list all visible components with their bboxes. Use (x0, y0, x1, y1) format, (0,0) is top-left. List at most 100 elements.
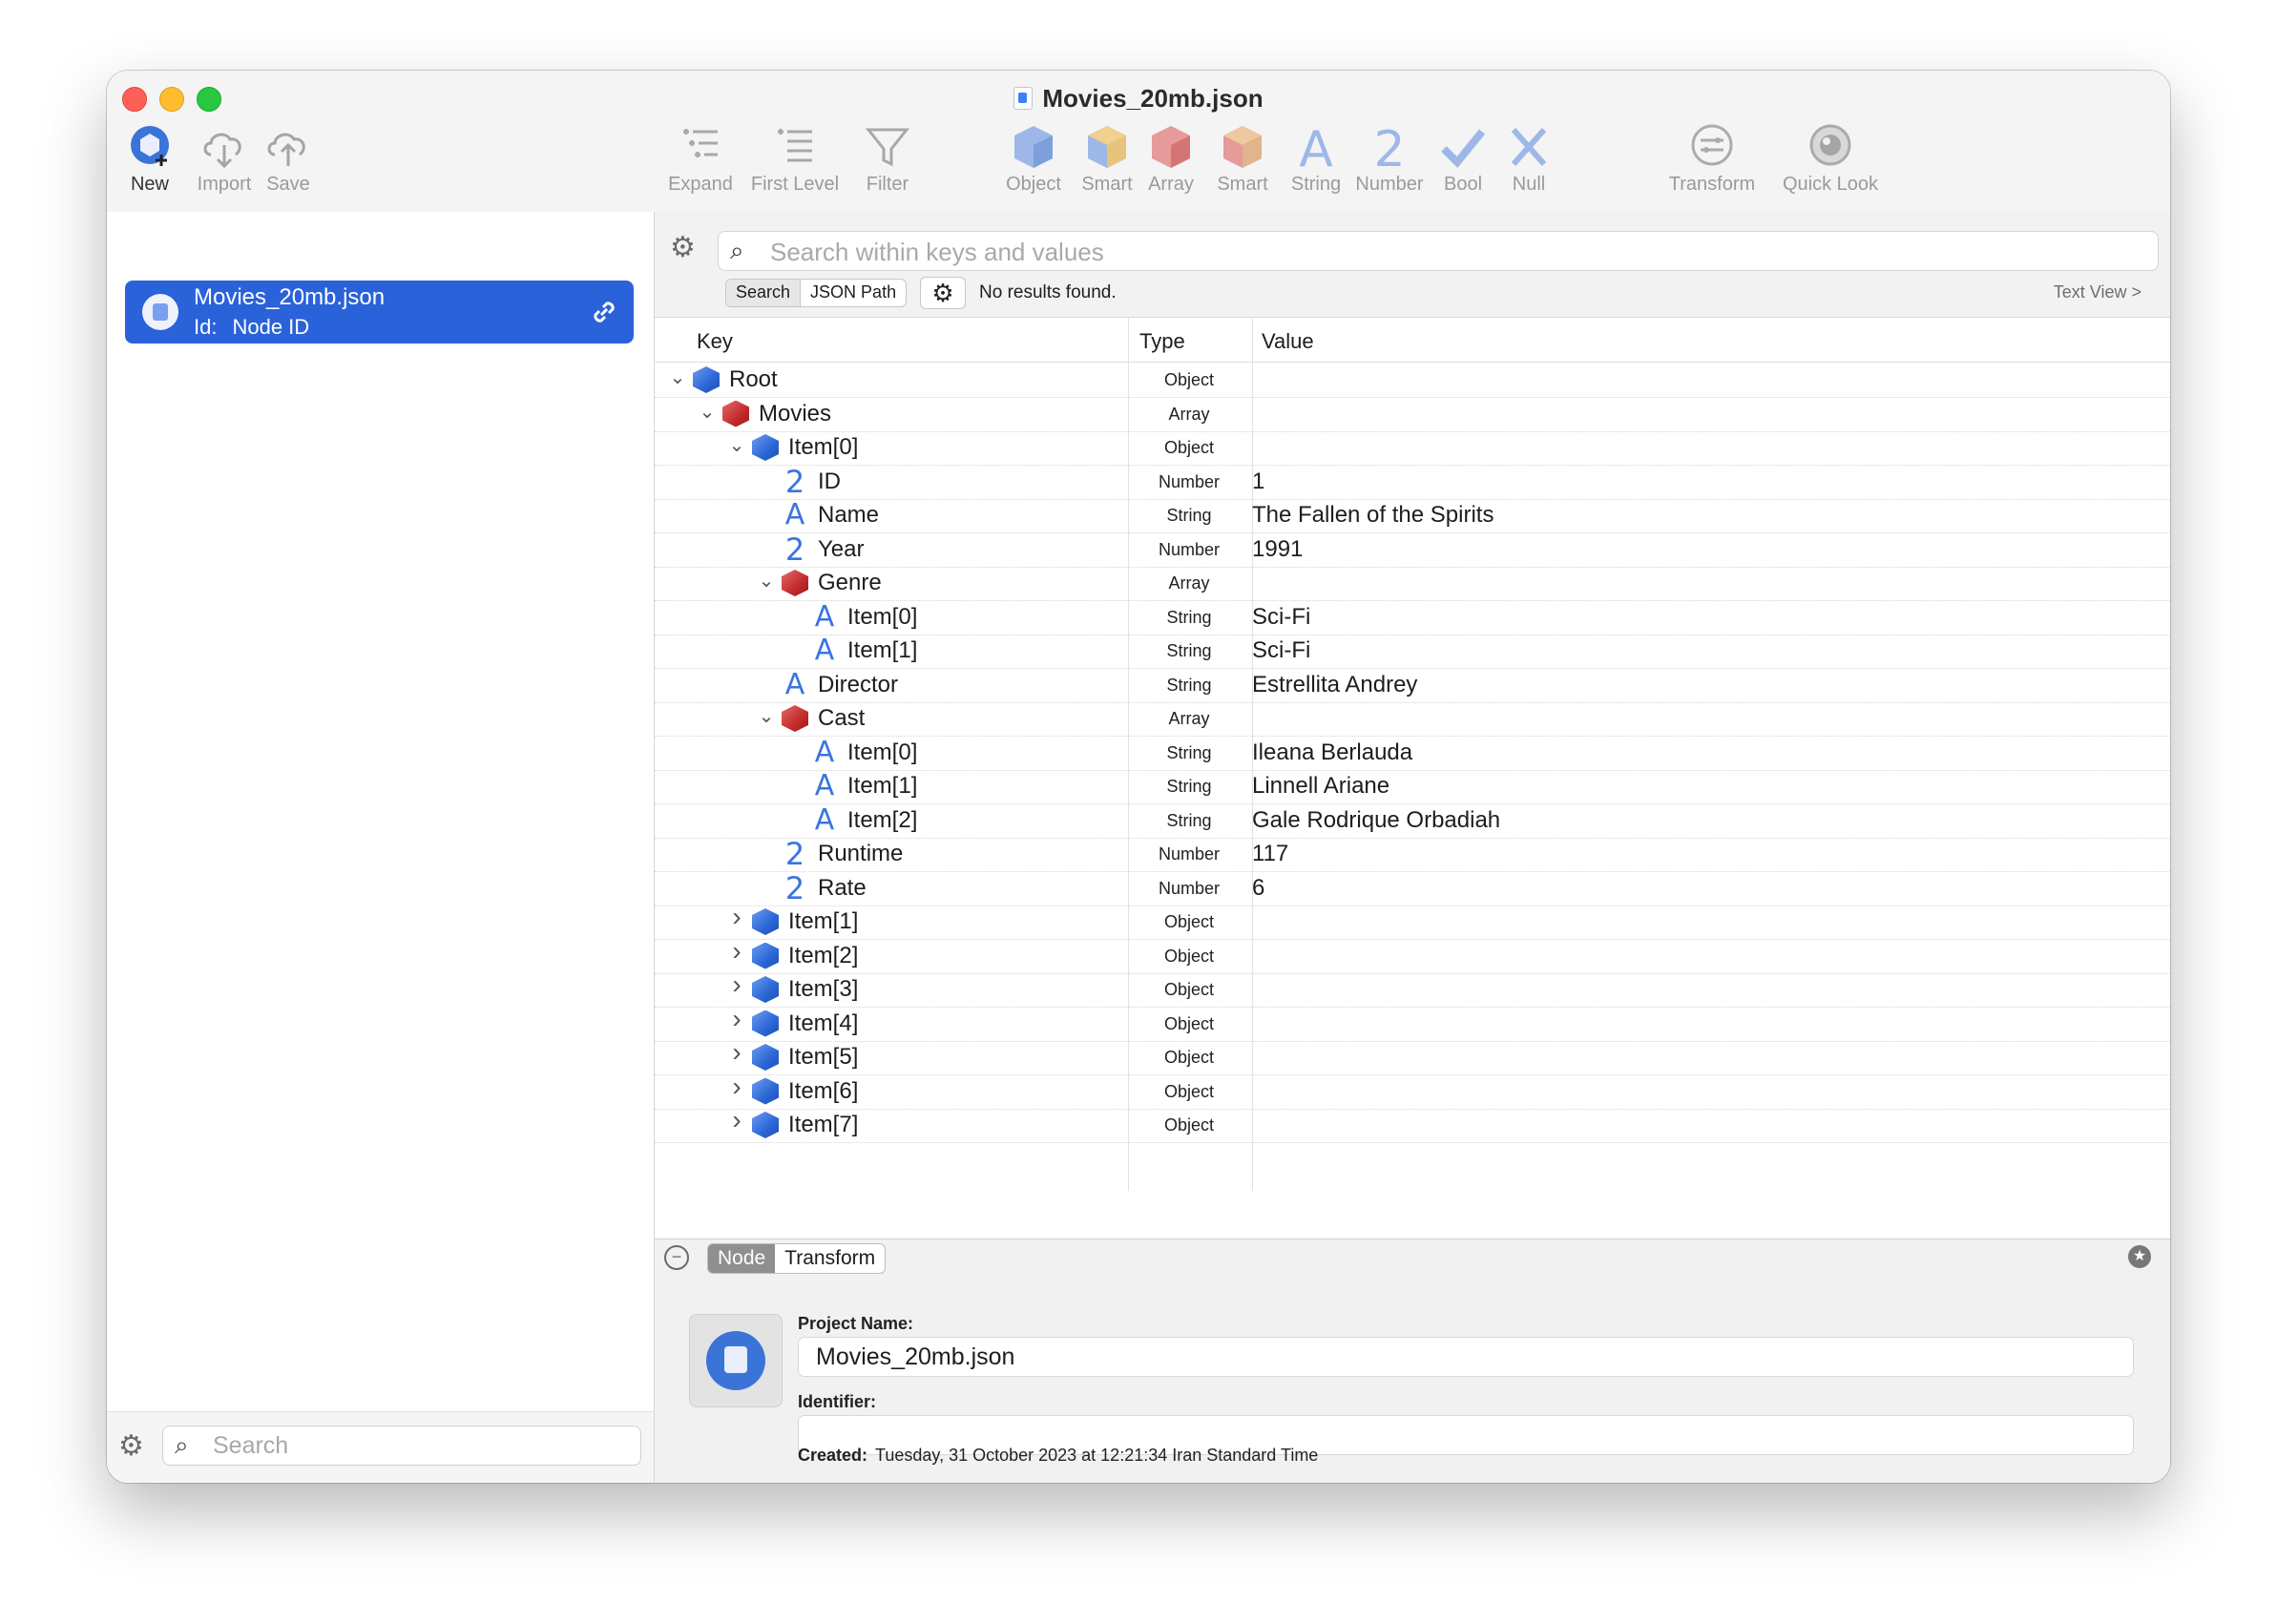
toolbar: Movies_20mb.json New Import Save Expand … (107, 71, 2170, 213)
expand-button[interactable]: Expand (658, 122, 743, 208)
table-row[interactable]: ⌄ Item[0] Object (655, 430, 2170, 466)
row-type: Object (1163, 1048, 1215, 1067)
first-level-button[interactable]: First Level (742, 122, 847, 208)
row-value[interactable]: Ileana Berlauda (1252, 739, 1412, 766)
document-icon (1013, 87, 1034, 110)
chevron-down-icon[interactable]: ⌄ (755, 570, 778, 593)
chevron-right-icon[interactable]: › (725, 1072, 748, 1099)
key-column-header[interactable]: Key (697, 329, 733, 354)
row-value[interactable]: Linnell Ariane (1252, 773, 1389, 800)
table-row[interactable]: 2 Year Number 1991 (655, 532, 2170, 568)
created-label: Created: (798, 1446, 868, 1465)
filter-button[interactable]: Filter (845, 122, 930, 208)
table-row[interactable]: ⌄ Movies Array (655, 397, 2170, 432)
table-row[interactable]: › Item[1] Object (655, 904, 2170, 940)
project-icon[interactable] (689, 1314, 783, 1407)
row-value[interactable]: 1991 (1252, 536, 1303, 563)
table-row[interactable]: A Item[0] String Sci-Fi (655, 600, 2170, 635)
table-row[interactable]: A Item[2] String Gale Rodrique Orbadiah (655, 803, 2170, 839)
row-value[interactable]: 6 (1252, 875, 1264, 902)
chevron-right-icon[interactable]: › (725, 937, 748, 964)
row-value[interactable]: Sci-Fi (1252, 604, 1310, 631)
chevron-right-icon[interactable]: › (725, 1039, 748, 1066)
table-row[interactable]: A Item[1] String Linnell Ariane (655, 769, 2170, 804)
search-options-gear-button[interactable]: ⚙ (920, 277, 966, 309)
jsonpath-mode-button[interactable]: JSON Path (801, 280, 906, 306)
type-column-header[interactable]: Type (1139, 329, 1185, 354)
table-row[interactable]: › Item[6] Object (655, 1072, 2170, 1110)
chevron-right-icon[interactable]: › (725, 1005, 748, 1031)
table-row[interactable]: 2 Runtime Number 117 (655, 837, 2170, 872)
new-button[interactable]: New (107, 122, 193, 208)
chevron-down-icon[interactable]: ⌄ (666, 366, 689, 389)
row-type: String (1166, 607, 1212, 627)
row-value[interactable]: Estrellita Andrey (1252, 672, 1417, 698)
row-type: String (1166, 506, 1212, 525)
row-type: Array (1168, 573, 1210, 593)
table-row[interactable]: › Item[7] Object (655, 1107, 2170, 1143)
link-icon[interactable] (590, 298, 618, 326)
row-value[interactable]: Gale Rodrique Orbadiah (1252, 807, 1500, 834)
object-cube-icon (1014, 126, 1053, 168)
chevron-right-icon[interactable]: › (725, 904, 748, 930)
table-row[interactable]: › Item[2] Object (655, 937, 2170, 974)
quick-look-button[interactable]: Quick Look (1773, 122, 1888, 208)
object-cube-icon (752, 1112, 779, 1138)
table-row[interactable]: A Name String The Fallen of the Spirits (655, 498, 2170, 533)
row-value[interactable]: Sci-Fi (1252, 637, 1310, 664)
chevron-right-icon[interactable]: › (725, 971, 748, 998)
project-logo-icon (142, 294, 178, 330)
collapse-inspector-icon[interactable]: − (664, 1245, 689, 1270)
search-status: No results found. (979, 282, 1117, 302)
table-row[interactable]: A Director String Estrellita Andrey (655, 668, 2170, 703)
table-row[interactable]: A Item[0] String Ileana Berlauda (655, 736, 2170, 771)
string-a-icon: A (1299, 122, 1333, 172)
inspector-tabs[interactable]: Node Transform (707, 1243, 887, 1274)
string-type-icon: A (784, 498, 805, 531)
table-row[interactable]: 2 ID Number 1 (655, 465, 2170, 500)
row-type: Object (1163, 946, 1215, 966)
row-type: Object (1163, 1115, 1215, 1135)
row-type: Array (1168, 404, 1210, 424)
object-cube-icon (752, 942, 779, 969)
table-row[interactable]: › Item[3] Object (655, 971, 2170, 1008)
sidebar-search-input[interactable]: ⌕ Search (162, 1426, 641, 1466)
row-value[interactable]: 1 (1252, 468, 1264, 495)
table-row[interactable]: ⌄ Genre Array (655, 566, 2170, 601)
tab-transform[interactable]: Transform (775, 1244, 885, 1273)
chevron-down-icon[interactable]: ⌄ (696, 401, 719, 424)
window-title: Movies_20mb.json (107, 84, 2170, 114)
transform-button[interactable]: Transform (1655, 122, 1769, 208)
table-row[interactable]: › Item[4] Object (655, 1005, 2170, 1042)
table-row[interactable]: A Item[1] String Sci-Fi (655, 634, 2170, 669)
gear-icon[interactable]: ⚙ (118, 1429, 144, 1463)
table-row[interactable]: 2 Rate Number 6 (655, 871, 2170, 906)
main-search-input[interactable]: ⌕ Search within keys and values (718, 231, 2159, 271)
table-row[interactable]: ⌄ Cast Array (655, 701, 2170, 737)
chevron-down-icon[interactable]: ⌄ (725, 434, 748, 457)
search-mode-button[interactable]: Search (726, 280, 802, 306)
add-null-button[interactable]: Null (1486, 122, 1572, 208)
table-row[interactable]: ⌄ Root Object (655, 363, 2170, 398)
sidebar-item-subtitle: Id: Node ID (194, 315, 309, 340)
row-value[interactable]: The Fallen of the Spirits (1252, 502, 1494, 529)
save-button[interactable]: Save (245, 122, 331, 208)
project-name-field[interactable]: Movies_20mb.json (798, 1337, 2134, 1377)
value-column-header[interactable]: Value (1262, 329, 1314, 354)
chevron-down-icon[interactable]: ⌄ (755, 705, 778, 728)
search-settings-gear-icon[interactable]: ⚙ (670, 231, 696, 264)
chevron-right-icon[interactable]: › (725, 1107, 748, 1134)
search-icon: ⌕ (175, 1430, 189, 1459)
sidebar-item-movies-json[interactable]: Movies_20mb.json Id: Node ID (125, 281, 634, 344)
row-value[interactable]: 117 (1252, 841, 1288, 867)
row-key: Item[0] (847, 739, 918, 765)
tab-node[interactable]: Node (708, 1244, 776, 1273)
text-view-link[interactable]: Text View > (2054, 282, 2141, 302)
tree-table: ⌄ Root Object ⌄ Movies Array ⌄ Item[0] Object 2 ID… (655, 363, 2170, 1191)
row-key: Root (729, 366, 778, 392)
row-type: Object (1163, 438, 1215, 457)
favorite-star-icon[interactable]: ★ (2128, 1245, 2151, 1268)
row-type: Object (1163, 912, 1215, 931)
search-mode-control[interactable]: Search JSON Path (725, 279, 908, 307)
table-row[interactable]: › Item[5] Object (655, 1039, 2170, 1075)
